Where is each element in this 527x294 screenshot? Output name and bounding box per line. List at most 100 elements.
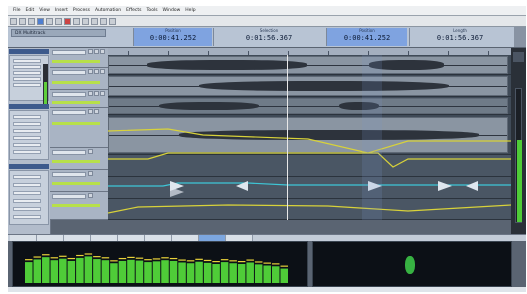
menu-item-tools[interactable]: Tools [146, 8, 157, 13]
counter-position[interactable]: Position 0:00:41.252 [133, 28, 212, 46]
spectrum-peak [169, 257, 178, 260]
strip-control[interactable] [13, 59, 41, 63]
bus-field[interactable] [13, 191, 41, 195]
menu-item-help[interactable]: Help [185, 8, 195, 13]
menu-item-file[interactable]: File [13, 8, 21, 13]
record-icon[interactable] [64, 17, 71, 25]
copy-icon[interactable] [82, 17, 89, 25]
mute-button[interactable] [88, 69, 93, 74]
spectrum-bar [246, 262, 254, 283]
spectrum-peak [76, 254, 84, 257]
master-panel [511, 48, 526, 234]
arm-button[interactable] [100, 49, 105, 54]
solo-button[interactable] [94, 69, 99, 74]
solo-button[interactable] [94, 91, 99, 96]
strip-control[interactable] [13, 65, 41, 69]
track-name-field[interactable] [52, 50, 86, 55]
strip-control[interactable] [13, 77, 41, 81]
menu-item-view[interactable]: View [39, 8, 50, 13]
track-name-field[interactable] [52, 150, 86, 155]
timeline-area[interactable] [108, 55, 511, 220]
track-header[interactable] [50, 90, 108, 108]
track-header[interactable] [50, 148, 108, 170]
track-header[interactable] [50, 170, 108, 192]
volume-slider[interactable] [52, 81, 100, 84]
spectrum-peak [59, 255, 67, 257]
track-header[interactable] [50, 192, 108, 220]
mute-button[interactable] [88, 91, 93, 96]
volume-slider[interactable] [52, 101, 100, 104]
mute-button[interactable] [88, 149, 93, 154]
strip-control[interactable] [13, 71, 41, 75]
new-file-icon[interactable] [10, 17, 17, 25]
arm-button[interactable] [100, 91, 105, 96]
counter-value: 0:00:41.252 [343, 34, 391, 42]
mute-button[interactable] [88, 109, 93, 114]
track-headers [50, 48, 108, 220]
spectrum-peak [212, 261, 220, 263]
property-field[interactable] [13, 122, 41, 126]
menu-item-automation[interactable]: Automation [95, 8, 121, 13]
zoom-icon[interactable] [109, 17, 116, 25]
bus-field[interactable] [13, 199, 41, 203]
menu-item-window[interactable]: Window [163, 8, 181, 13]
playhead-cursor[interactable] [287, 55, 288, 220]
spectrum-bar [135, 260, 144, 283]
arm-button[interactable] [100, 69, 105, 74]
undo-icon[interactable] [46, 17, 53, 25]
volume-slider[interactable] [52, 122, 100, 125]
track-name-field[interactable] [52, 194, 86, 199]
spectrum-peak [42, 254, 50, 256]
mute-button[interactable] [88, 193, 93, 198]
solo-button[interactable] [94, 109, 99, 114]
track-header[interactable] [50, 48, 108, 68]
property-field[interactable] [13, 115, 41, 119]
menu-item-edit[interactable]: Edit [26, 8, 35, 13]
property-field[interactable] [13, 143, 41, 147]
bus-field[interactable] [13, 175, 41, 179]
track-name-field[interactable] [52, 110, 86, 115]
menu-item-process[interactable]: Process [73, 8, 90, 13]
solo-button[interactable] [94, 49, 99, 54]
counter-position-2[interactable]: Position 0:00:41.252 [326, 28, 407, 46]
counter-length[interactable]: Length 0:01:56.367 [409, 28, 510, 46]
render-icon[interactable] [37, 17, 44, 25]
spectrum-peak [186, 260, 195, 262]
track-name-field[interactable] [52, 172, 86, 177]
volume-slider[interactable] [52, 182, 100, 185]
bus-field[interactable] [13, 207, 41, 211]
panel-header [9, 49, 49, 54]
volume-slider[interactable] [52, 160, 100, 163]
snap-icon[interactable] [100, 17, 107, 25]
property-field[interactable] [13, 150, 41, 154]
volume-slider[interactable] [52, 204, 100, 207]
selection-region[interactable] [362, 55, 382, 220]
menu-bar: File Edit View Insert Process Automation… [8, 6, 526, 16]
channel-meter [43, 64, 48, 104]
paste-icon[interactable] [91, 17, 98, 25]
spectrum-bar [161, 260, 169, 283]
cut-icon[interactable] [73, 17, 80, 25]
menu-item-effects[interactable]: Effects [126, 8, 141, 13]
save-icon[interactable] [28, 17, 35, 25]
counter-options-button[interactable] [514, 27, 526, 47]
bus-field[interactable] [13, 215, 41, 219]
strip-control[interactable] [13, 83, 41, 87]
track-header[interactable] [50, 68, 108, 90]
redo-icon[interactable] [55, 17, 62, 25]
track-header[interactable] [50, 108, 108, 148]
open-folder-icon[interactable] [19, 17, 26, 25]
property-field[interactable] [13, 129, 41, 133]
volume-slider[interactable] [52, 60, 100, 63]
counter-selection[interactable]: Selection 0:01:56.367 [213, 28, 324, 46]
master-fader-knob[interactable] [513, 52, 524, 62]
mute-button[interactable] [88, 49, 93, 54]
track-name-field[interactable] [52, 92, 86, 97]
track-name-field[interactable] [52, 70, 86, 75]
mute-button[interactable] [88, 171, 93, 176]
bus-field[interactable] [13, 183, 41, 187]
spectrum-bar [229, 263, 237, 283]
property-field[interactable] [13, 136, 41, 140]
spectrum-peak [220, 259, 229, 261]
menu-item-insert[interactable]: Insert [55, 8, 68, 13]
